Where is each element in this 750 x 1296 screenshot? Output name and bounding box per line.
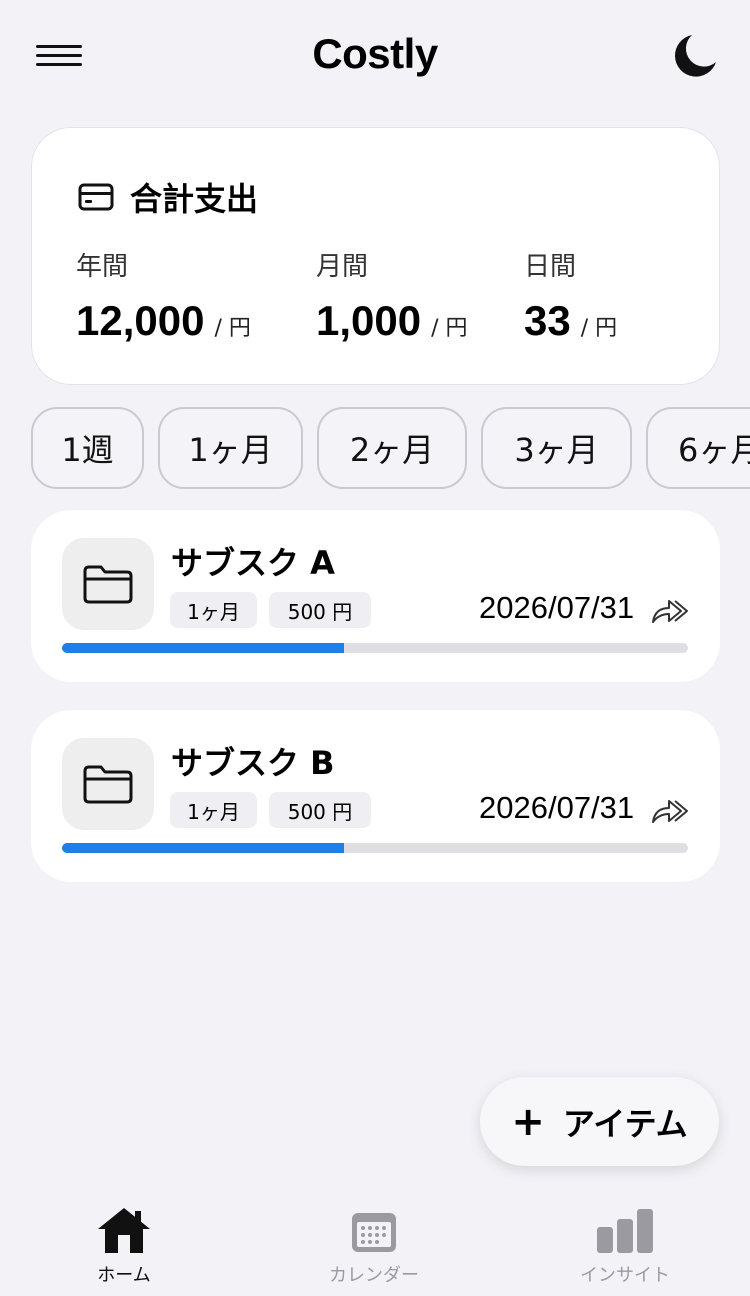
add-item-label: アイテム xyxy=(562,1104,688,1143)
stat-unit: / 円 xyxy=(431,316,468,341)
subscription-name: サブスク B xyxy=(171,744,335,782)
subscription-icon-box xyxy=(62,738,154,830)
home-screen: Costly 合計支出 年間 12,000/ 円 月間 1,000/ 円 日間 … xyxy=(0,0,750,1296)
annual-stat: 年間 12,000 / 円 xyxy=(76,246,251,345)
renew-arrow-icon xyxy=(652,600,688,623)
tab-home[interactable]: ホーム xyxy=(44,1205,204,1287)
tab-insights-label: インサイト xyxy=(580,1265,670,1286)
credit-card-icon xyxy=(78,183,114,211)
stat-unit: / 円 xyxy=(580,316,618,341)
stat-value: 12,000 xyxy=(76,297,205,344)
total-spending-card: 合計支出 年間 12,000 / 円 月間 1,000 / 円 日間 33 / 円 xyxy=(31,127,720,385)
progress-bar xyxy=(62,643,688,653)
progress-bar xyxy=(62,843,688,853)
plus-icon: + xyxy=(511,1098,545,1145)
next-payment-date: 2026/07/31 xyxy=(479,590,635,625)
bar-chart-icon xyxy=(597,1209,653,1253)
folder-icon xyxy=(83,765,133,804)
moon-icon[interactable] xyxy=(670,32,718,80)
progress-fill xyxy=(62,643,344,653)
daily-stat: 日間 33 / 円 xyxy=(524,246,617,345)
tab-insights[interactable]: インサイト xyxy=(545,1205,705,1287)
renew-arrow-icon xyxy=(652,800,688,823)
home-icon xyxy=(98,1208,150,1253)
subscription-card[interactable]: サブスク A 1ヶ月 500 円 2026/07/31 xyxy=(31,510,720,682)
folder-icon xyxy=(83,565,133,604)
header: Costly xyxy=(0,0,750,115)
monthly-stat: 月間 1,000 / 円 xyxy=(316,246,468,345)
cycle-tag: 1ヶ月 xyxy=(170,592,257,628)
add-item-button[interactable]: + アイテム xyxy=(480,1077,719,1166)
subscription-icon-box xyxy=(62,538,154,630)
next-payment-date: 2026/07/31 xyxy=(479,790,635,825)
stat-label: 月間 xyxy=(316,252,369,282)
summary-title: 合計支出 xyxy=(130,180,259,218)
price-tag: 500 円 xyxy=(269,792,371,828)
app-title: Costly xyxy=(312,30,438,77)
subscription-card[interactable]: サブスク B 1ヶ月 500 円 2026/07/31 xyxy=(31,710,720,882)
stat-value: 33 xyxy=(524,297,571,344)
stat-unit: / 円 xyxy=(214,316,251,341)
stat-label: 年間 xyxy=(76,252,129,282)
tab-calendar[interactable]: カレンダー xyxy=(294,1205,454,1287)
stat-label: 日間 xyxy=(524,252,577,282)
stat-value: 1,000 xyxy=(316,297,422,344)
period-chip-3-months[interactable]: 3ヶ月 xyxy=(481,407,632,489)
period-chip-1-month[interactable]: 1ヶ月 xyxy=(158,407,303,489)
progress-fill xyxy=(62,843,344,853)
period-chip-6-months[interactable]: 6ヶ月 xyxy=(646,407,750,489)
summary-header: 合計支出 xyxy=(78,174,258,220)
calendar-icon xyxy=(352,1213,396,1252)
subscription-name: サブスク A xyxy=(171,544,335,582)
period-chip-2-months[interactable]: 2ヶ月 xyxy=(317,407,467,489)
cycle-tag: 1ヶ月 xyxy=(170,792,257,828)
price-tag: 500 円 xyxy=(269,592,371,628)
tab-home-label: ホーム xyxy=(97,1265,151,1286)
tab-calendar-label: カレンダー xyxy=(329,1265,419,1286)
period-chip-1-week[interactable]: 1週 xyxy=(31,407,144,489)
